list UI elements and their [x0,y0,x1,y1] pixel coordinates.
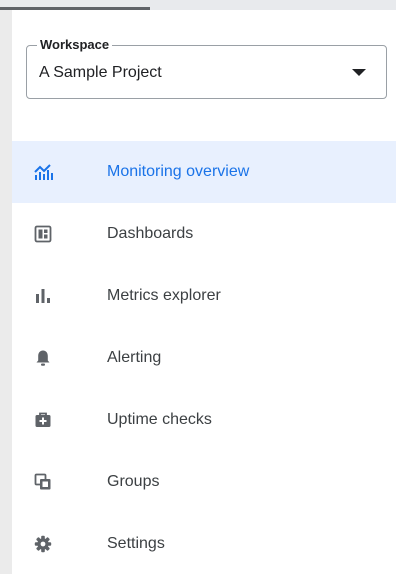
nav-item-settings[interactable]: Settings [12,513,396,574]
nav-item-uptime-checks[interactable]: Uptime checks [12,389,396,451]
workspace-select[interactable]: Workspace A Sample Project [26,37,387,99]
gear-icon [33,534,53,554]
top-tab-strip [0,0,396,10]
bell-icon [33,348,53,368]
nav-item-monitoring-overview[interactable]: Monitoring overview [12,141,396,203]
nav-label: Metrics explorer [107,287,221,304]
left-rail [0,10,12,574]
monitoring-chart-icon [33,162,53,182]
nav-item-alerting[interactable]: Alerting [12,327,396,389]
active-tab-indicator [0,7,150,10]
workspace-legend: Workspace [37,37,113,53]
nav-label: Settings [107,535,165,552]
nav-item-groups[interactable]: Groups [12,451,396,513]
nav-item-dashboards[interactable]: Dashboards [12,203,396,265]
nav-label: Uptime checks [107,411,212,428]
nav-label: Monitoring overview [107,163,250,180]
bar-chart-icon [33,286,53,306]
monitoring-sidebar: Workspace A Sample Project Monitoring ov… [0,0,396,574]
nav-label: Dashboards [107,225,194,242]
workspace-value: A Sample Project [39,64,162,81]
nav-label: Groups [107,473,160,490]
briefcase-plus-icon [33,410,53,430]
groups-icon [33,472,53,492]
arrow-drop-down-icon [352,69,366,76]
dashboard-icon [33,224,53,244]
nav-item-metrics-explorer[interactable]: Metrics explorer [12,265,396,327]
sidebar-nav: Monitoring overview Dashboards Metrics e… [12,141,396,574]
nav-label: Alerting [107,349,162,366]
